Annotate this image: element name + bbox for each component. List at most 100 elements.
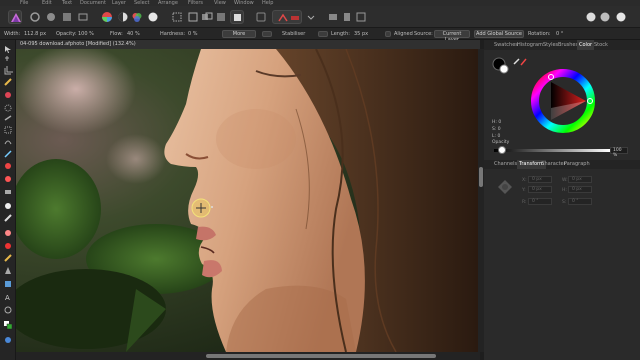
horizontal-scroll-thumb[interactable] bbox=[206, 354, 436, 358]
document-canvas[interactable] bbox=[16, 49, 478, 352]
clone-brush-tool-icon bbox=[4, 214, 12, 222]
horizontal-scrollbar[interactable] bbox=[16, 352, 480, 360]
tab-swatches[interactable]: Swatches bbox=[494, 40, 518, 50]
x-field[interactable]: 0 px bbox=[528, 176, 552, 183]
white-balance-icon[interactable] bbox=[146, 10, 160, 24]
color-picker-tool-icon bbox=[4, 150, 12, 158]
order-back-icon[interactable] bbox=[326, 10, 340, 24]
liquify-persona-icon[interactable] bbox=[44, 10, 58, 24]
pen-tool-icon bbox=[5, 267, 11, 274]
tab-stock[interactable]: Stock bbox=[594, 40, 608, 50]
portrait-photo bbox=[16, 49, 478, 352]
width-label: Width: bbox=[4, 31, 21, 37]
color-wheel[interactable] bbox=[530, 68, 596, 134]
selection-brush-tool-icon bbox=[4, 104, 12, 112]
snapping-toggle-button[interactable] bbox=[272, 10, 302, 24]
brush-cursor-icon bbox=[191, 198, 213, 218]
add-global-source-button[interactable]: Add Global Source bbox=[474, 30, 524, 38]
eyedropper-icon bbox=[513, 58, 520, 65]
user-account-icon[interactable] bbox=[614, 10, 628, 24]
aligned-label: Aligned bbox=[394, 31, 413, 37]
document-tab[interactable]: 04-095 download.afphoto [Modified] (132.… bbox=[16, 40, 480, 49]
view-mode-icon[interactable] bbox=[598, 10, 612, 24]
align-icon[interactable] bbox=[354, 10, 368, 24]
red-eye-tool-icon bbox=[5, 243, 11, 249]
picker-icons bbox=[513, 58, 527, 66]
flood-select-tool-icon bbox=[4, 115, 12, 121]
source-dropdown[interactable]: Current Layer bbox=[434, 30, 470, 43]
fill-stroke-swatch-icon[interactable] bbox=[492, 56, 512, 78]
lightness-value: L: 0 bbox=[492, 134, 501, 139]
stabilizer-checkbox[interactable] bbox=[262, 31, 272, 37]
selection-marquee-icon[interactable] bbox=[170, 10, 184, 24]
opacity-slider-handle[interactable] bbox=[498, 146, 506, 154]
opacity-label: Opacity: bbox=[56, 31, 77, 37]
export-persona-icon[interactable] bbox=[76, 10, 90, 24]
toggle-ui-icon[interactable] bbox=[584, 10, 598, 24]
selection-add-icon[interactable] bbox=[200, 10, 214, 24]
erase-brush-tool-icon bbox=[5, 190, 11, 194]
shear-field[interactable]: 0 ° bbox=[568, 198, 592, 205]
opacity-slider-track[interactable] bbox=[494, 149, 610, 152]
stabilizer-label: Stabiliser bbox=[282, 31, 306, 37]
y-label: Y: bbox=[522, 188, 526, 193]
opacity-value-field[interactable]: 100 % bbox=[610, 147, 628, 158]
zoom-in-icon bbox=[5, 337, 11, 343]
flow-value[interactable]: 40 % bbox=[127, 28, 140, 40]
assistant-icon[interactable] bbox=[254, 10, 268, 24]
more-button[interactable]: More bbox=[222, 30, 256, 38]
s-label: S: bbox=[562, 200, 567, 205]
snapping-options-icon[interactable] bbox=[304, 10, 318, 24]
hardness-label: Hardness: bbox=[160, 31, 186, 37]
anchor-selector-icon[interactable] bbox=[496, 178, 514, 196]
rotation-field[interactable]: 0 ° bbox=[528, 198, 552, 205]
marquee-tool-icon bbox=[4, 126, 12, 134]
saturation-value: S: 0 bbox=[492, 127, 501, 132]
contrast-icon[interactable] bbox=[116, 10, 130, 24]
quick-mask-icon[interactable] bbox=[230, 10, 244, 24]
opacity-value[interactable]: 100 % bbox=[78, 28, 94, 40]
selection-mode-icon[interactable] bbox=[186, 10, 200, 24]
blemish-removal-tool-icon bbox=[5, 230, 11, 236]
y-field[interactable]: 0 px bbox=[528, 186, 552, 193]
tab-paragraph[interactable]: Paragraph bbox=[564, 160, 590, 169]
tab-styles[interactable]: Styles bbox=[543, 40, 558, 50]
aligned-checkbox[interactable] bbox=[385, 31, 391, 37]
rectangle-tool-icon bbox=[5, 281, 11, 287]
tab-character[interactable]: Character bbox=[541, 160, 566, 169]
color-balance-icon[interactable] bbox=[130, 10, 144, 24]
develop-persona-icon[interactable] bbox=[28, 10, 42, 24]
crop-tool-icon bbox=[4, 66, 13, 75]
hardness-value[interactable]: 0 % bbox=[188, 28, 198, 40]
stabilizer-mode-icon[interactable] bbox=[318, 31, 328, 37]
length-value[interactable]: 35 px bbox=[354, 28, 368, 40]
tone-mapping-persona-icon[interactable] bbox=[60, 10, 74, 24]
fill-tool-icon bbox=[5, 163, 11, 169]
rotation-label: Rotation: bbox=[528, 31, 551, 37]
right-panel: Swatches Histogram Styles Brushes Color … bbox=[484, 40, 640, 360]
width-value[interactable]: 112.8 px bbox=[24, 28, 46, 40]
no-color-icon bbox=[520, 58, 527, 66]
tools-panel: A bbox=[0, 40, 16, 360]
vertical-scroll-thumb[interactable] bbox=[479, 167, 483, 187]
w-label: W: bbox=[562, 178, 568, 183]
text-tool-icon: A bbox=[5, 294, 10, 302]
tab-color[interactable]: Color bbox=[577, 40, 595, 50]
selection-subtract-icon[interactable] bbox=[214, 10, 228, 24]
document-title: 04-095 download.afphoto [Modified] (132.… bbox=[20, 41, 136, 47]
h-label: H: bbox=[562, 188, 567, 193]
w-field[interactable]: 0 px bbox=[568, 176, 592, 183]
move-tool-icon bbox=[5, 46, 11, 53]
flow-label: Flow: bbox=[110, 31, 123, 37]
rotation-value[interactable]: 0 ° bbox=[556, 28, 563, 40]
h-field[interactable]: 0 px bbox=[568, 186, 592, 193]
tab-brushes[interactable]: Brushes bbox=[558, 40, 578, 50]
zoom-tool-icon bbox=[4, 306, 12, 314]
tab-histogram[interactable]: Histogram bbox=[517, 40, 543, 50]
affinity-photo-logo-icon[interactable] bbox=[8, 10, 22, 24]
color-wheel-icon[interactable] bbox=[100, 10, 114, 24]
freehand-selection-tool-icon bbox=[4, 140, 12, 145]
order-forward-icon[interactable] bbox=[340, 10, 354, 24]
context-toolbar: Width: 112.8 px Opacity: 100 % Flow: 40 … bbox=[0, 28, 640, 43]
tab-channels[interactable]: Channels bbox=[494, 160, 517, 169]
